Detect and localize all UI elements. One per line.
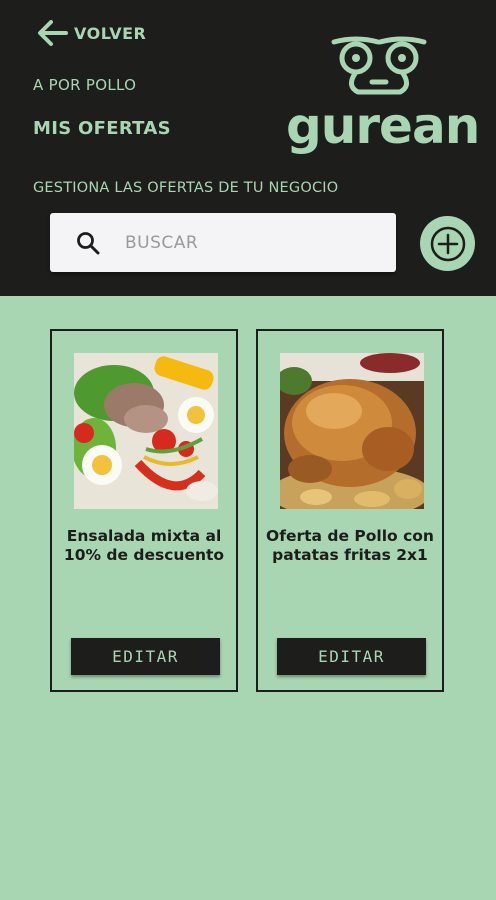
offer-image-chicken (280, 353, 424, 509)
offer-card: Oferta de Pollo con patatas fritas 2x1 E… (256, 329, 444, 692)
back-label: VOLVER (74, 23, 147, 43)
plus-circle-icon (430, 226, 465, 261)
gurean-logo-icon (331, 36, 427, 95)
offer-title: Ensalada mixta al 10% de descuento (63, 527, 225, 564)
offer-card: Ensalada mixta al 10% de descuento EDITA… (50, 329, 238, 692)
logo-text: gurean (286, 97, 480, 155)
edit-offer-button[interactable]: EDITAR (71, 638, 220, 675)
search-bar (50, 213, 396, 272)
edit-offer-button[interactable]: EDITAR (277, 638, 426, 675)
page-title: MIS OFERTAS (33, 118, 171, 139)
header: VOLVER A POR POLLO MIS OFERTAS gurean GE… (0, 0, 496, 296)
offer-image-salad (74, 353, 218, 509)
offer-title: Oferta de Pollo con patatas fritas 2x1 (266, 527, 434, 564)
add-offer-button[interactable] (420, 216, 475, 271)
arrow-left-icon (38, 20, 68, 46)
back-button[interactable]: VOLVER (36, 18, 146, 48)
page-subtitle: GESTIONA LAS OFERTAS DE TU NEGOCIO (33, 180, 339, 196)
search-input[interactable] (123, 221, 377, 264)
search-icon[interactable] (75, 230, 101, 256)
brand-logo: gurean (286, 34, 480, 164)
business-name: A POR POLLO (33, 76, 137, 94)
